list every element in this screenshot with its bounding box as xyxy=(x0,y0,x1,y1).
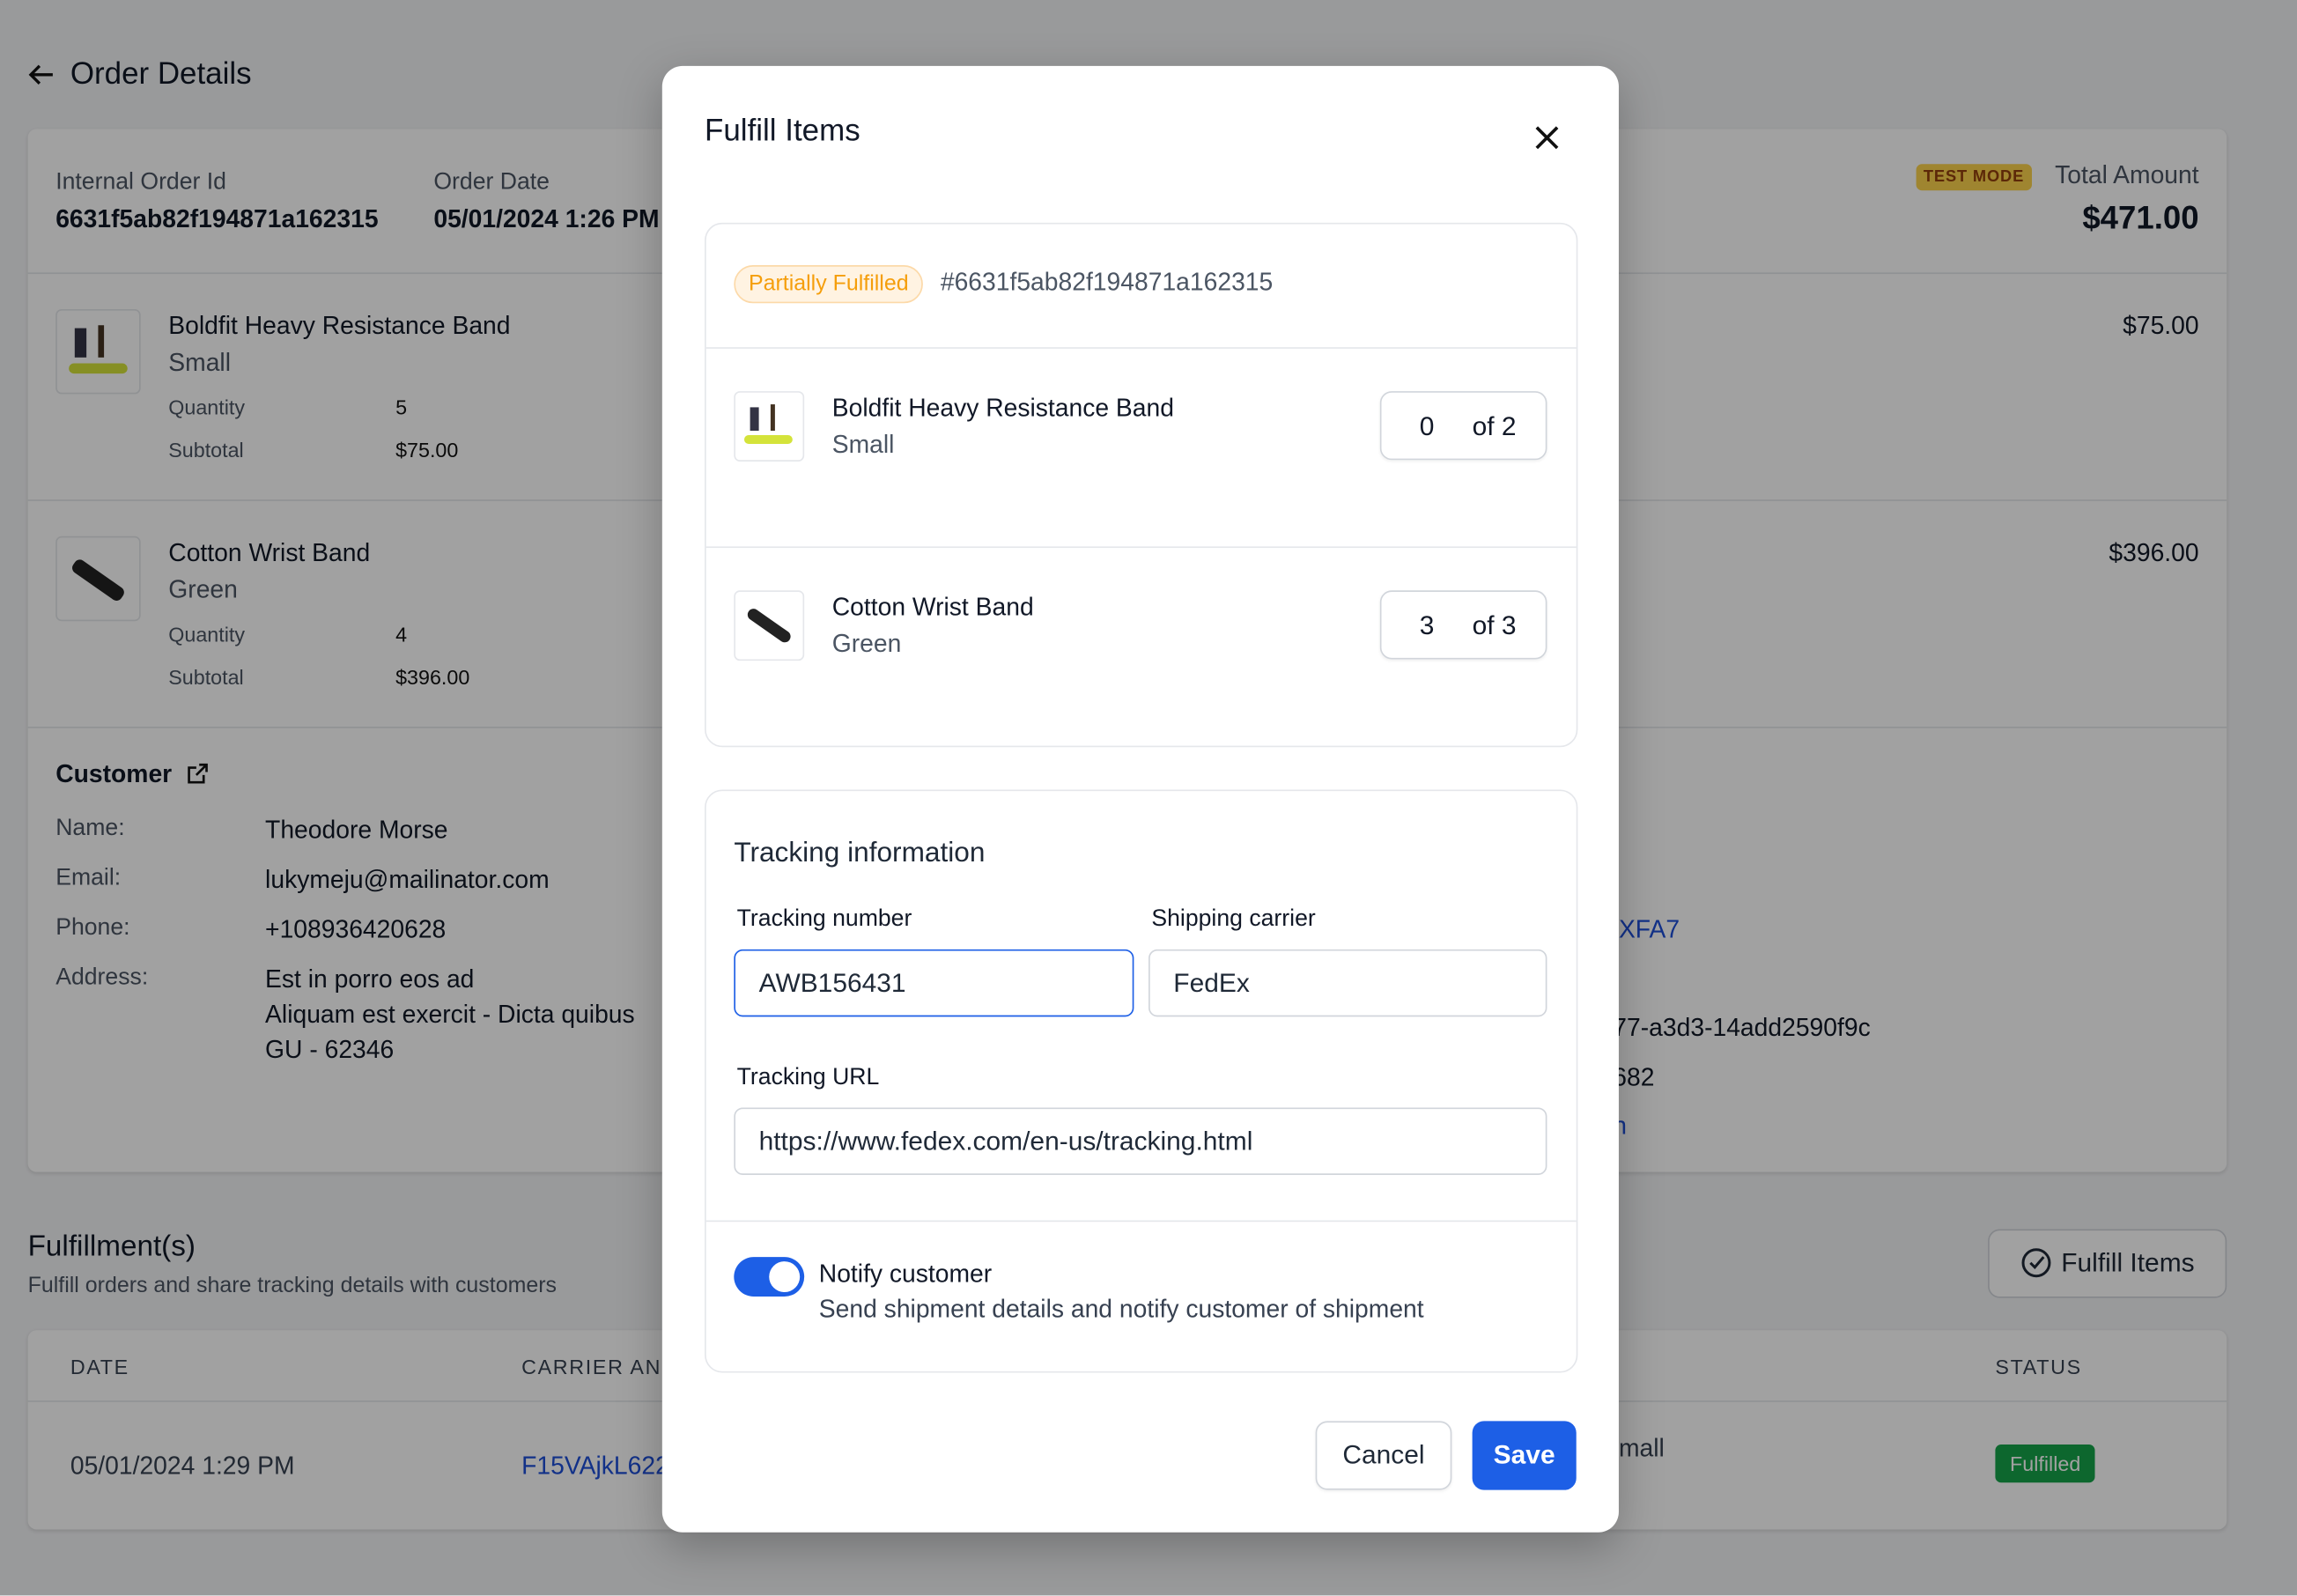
close-icon[interactable] xyxy=(1533,124,1560,151)
quantity-input[interactable]: 0 of 2 xyxy=(1379,391,1547,461)
item-name: Cotton Wrist Band xyxy=(831,593,1034,622)
save-button[interactable]: Save xyxy=(1472,1421,1577,1490)
notify-toggle[interactable] xyxy=(734,1257,805,1297)
notify-label: Notify customer xyxy=(818,1260,993,1289)
item-variant: Green xyxy=(831,630,902,658)
notify-description: Send shipment details and notify custome… xyxy=(818,1295,1424,1323)
shipping-carrier-input[interactable]: FedEx xyxy=(1148,949,1547,1017)
cancel-button[interactable]: Cancel xyxy=(1315,1421,1452,1490)
tracking-number-input[interactable]: AWB156431 xyxy=(734,949,1134,1017)
item-variant: Small xyxy=(831,431,895,459)
tracking-title: Tracking information xyxy=(734,838,986,869)
quantity-value[interactable]: 3 xyxy=(1420,611,1435,642)
quantity-value[interactable]: 0 xyxy=(1420,411,1435,442)
quantity-input[interactable]: 3 of 3 xyxy=(1379,590,1547,660)
fulfill-items-modal: Fulfill Items Partially Fulfilled #6631f… xyxy=(661,65,1619,1533)
tracking-url-label: Tracking URL xyxy=(736,1065,880,1090)
quantity-max: of 3 xyxy=(1472,610,1517,640)
product-image xyxy=(734,391,805,462)
order-ref: #6631f5ab82f194871a162315 xyxy=(940,268,1274,296)
items-box: Partially Fulfilled #6631f5ab82f194871a1… xyxy=(705,222,1578,748)
quantity-max: of 2 xyxy=(1472,411,1517,441)
app: Order Details Internal Order Id 6631f5ab… xyxy=(0,0,2297,1596)
item-name: Boldfit Heavy Resistance Band xyxy=(831,394,1174,423)
shipping-carrier-label: Shipping carrier xyxy=(1151,906,1316,932)
tracking-number-label: Tracking number xyxy=(736,906,912,932)
status-badge: Partially Fulfilled xyxy=(734,265,924,304)
tracking-box: Tracking information Tracking number Shi… xyxy=(705,789,1578,1373)
modal-title: Fulfill Items xyxy=(705,114,860,148)
product-image xyxy=(734,590,805,661)
tracking-url-input[interactable]: https://www.fedex.com/en-us/tracking.htm… xyxy=(734,1107,1547,1175)
